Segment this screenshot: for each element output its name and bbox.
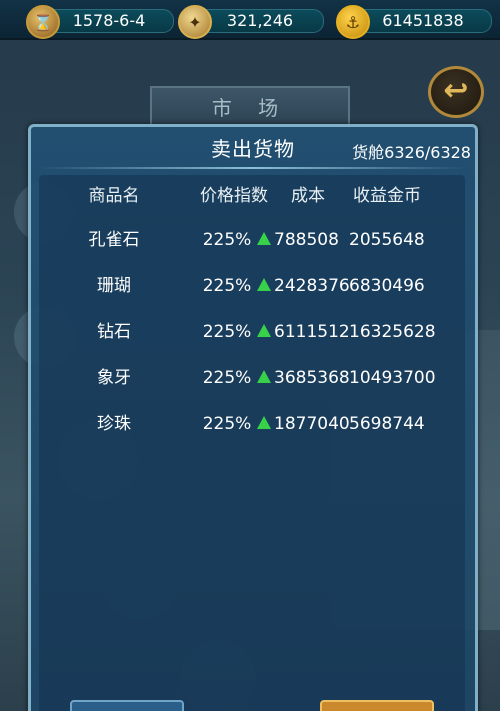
bottom-left-button[interactable] [70, 700, 184, 711]
table-row[interactable]: 珍珠 225% 1877040 5698744 [39, 409, 465, 439]
cost-value: 6111512 [274, 322, 350, 342]
back-arrow-icon: ↩ [443, 73, 469, 108]
goods-table: 商品名 价格指数 成本 收益金币 孔雀石 225% 788508 2055648… [39, 175, 465, 711]
column-header-name: 商品名 [88, 186, 140, 206]
price-index: 225% [202, 368, 252, 388]
goods-name: 珍珠 [97, 414, 131, 434]
price-index: 225% [202, 230, 252, 250]
cost-cell: 1877040 [257, 409, 357, 439]
cost-value: 2428376 [274, 276, 350, 296]
column-header-profit: 收益金币 [353, 186, 421, 206]
date-value: 1578-6-4 [44, 9, 174, 33]
goods-name: 孔雀石 [88, 230, 140, 250]
price-index: 225% [202, 414, 252, 434]
profit-value: 2055648 [349, 230, 425, 250]
table-row[interactable]: 珊瑚 225% 2428376 6830496 [39, 271, 465, 301]
goods-name: 钻石 [97, 322, 131, 342]
up-arrow-icon [257, 369, 271, 383]
up-arrow-icon [257, 323, 271, 337]
resource-bar: 1578-6-4 ⌛ 321,246 ✦ 61451838 ⚓ [0, 0, 500, 40]
cargo-hold-capacity: 货舱6326/6328 [352, 143, 471, 162]
profit-value: 5698744 [349, 414, 425, 434]
cost-cell: 2428376 [257, 271, 357, 301]
cost-cell: 788508 [257, 225, 357, 255]
up-arrow-icon [257, 415, 271, 429]
cost-cell: 6111512 [257, 317, 357, 347]
bottom-right-button[interactable] [320, 700, 434, 711]
date-display: 1578-6-4 ⌛ [26, 5, 176, 39]
gold-resource: 61451838 ⚓ [336, 5, 494, 39]
column-header-price-index: 价格指数 [200, 186, 268, 206]
market-title: 市 场 [150, 86, 350, 128]
goods-name: 珊瑚 [97, 276, 131, 296]
profit-value: 6830496 [349, 276, 425, 296]
price-index: 225% [202, 322, 252, 342]
table-header: 商品名 价格指数 成本 收益金币 [39, 181, 465, 211]
compass-icon: ✦ [178, 5, 212, 39]
sell-goods-dialog: 卖出货物 货舱6326/6328 商品名 价格指数 成本 收益金币 孔雀石 22… [28, 124, 478, 711]
cost-value: 1877040 [274, 414, 350, 434]
cost-value: 3685368 [274, 368, 350, 388]
back-button[interactable]: ↩ [428, 66, 484, 118]
game-screen: 1578-6-4 ⌛ 321,246 ✦ 61451838 ⚓ ↩ 市 场 卖出… [0, 0, 500, 711]
up-arrow-icon [257, 277, 271, 291]
profit-value: 16325628 [349, 322, 436, 342]
goods-name: 象牙 [97, 368, 131, 388]
compass-resource: 321,246 ✦ [178, 5, 326, 39]
table-row[interactable]: 钻石 225% 6111512 16325628 [39, 317, 465, 347]
profit-value: 10493700 [349, 368, 436, 388]
hourglass-icon: ⌛ [26, 5, 60, 39]
title-divider [39, 167, 467, 169]
column-header-cost: 成本 [291, 186, 325, 206]
anchor-coin-icon: ⚓ [336, 5, 370, 39]
up-arrow-icon [257, 231, 271, 245]
price-index: 225% [202, 276, 252, 296]
cost-value: 788508 [274, 230, 339, 250]
table-row[interactable]: 孔雀石 225% 788508 2055648 [39, 225, 465, 255]
gold-value: 61451838 [354, 9, 492, 33]
compass-value: 321,246 [196, 9, 324, 33]
cost-cell: 3685368 [257, 363, 357, 393]
table-row[interactable]: 象牙 225% 3685368 10493700 [39, 363, 465, 393]
